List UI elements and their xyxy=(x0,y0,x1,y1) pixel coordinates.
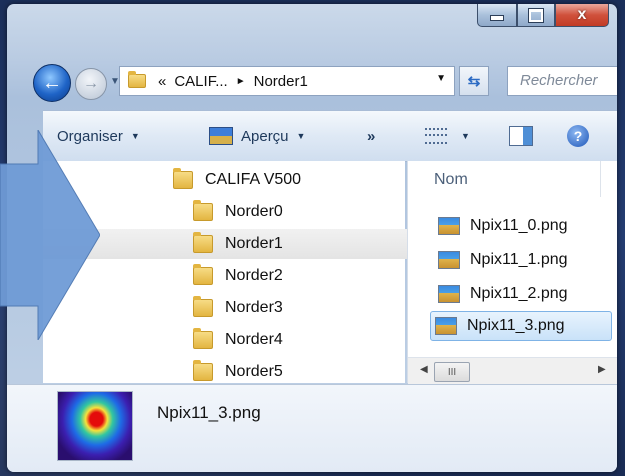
folder-icon xyxy=(193,200,213,221)
tree-item-norder3[interactable]: Norder3 xyxy=(193,293,393,323)
preview-icon xyxy=(209,127,233,145)
close-button[interactable]: x xyxy=(555,4,609,27)
file-name: Npix11_0.png xyxy=(470,217,568,234)
address-row: ← → ▼ « CALIF... ► Norder1 ▼ ⇆ Recherche… xyxy=(7,60,617,102)
tree-item-norder4[interactable]: Norder4 xyxy=(193,325,393,355)
caption-buttons: x xyxy=(477,4,609,38)
minimize-icon xyxy=(490,15,504,21)
preview-button[interactable]: Aperçu ▼ xyxy=(209,111,305,161)
breadcrumb-norder1[interactable]: Norder1 xyxy=(254,73,308,90)
refresh-icon: ⇆ xyxy=(467,73,481,90)
search-input[interactable]: Rechercher xyxy=(507,66,617,96)
preview-label: Aperçu xyxy=(241,127,289,145)
views-icon xyxy=(425,128,447,144)
command-toolbar: Organiser ▼ Aperçu ▼ » ▼ ? xyxy=(43,110,617,162)
tree-item-label: Norder3 xyxy=(225,299,283,316)
folder-icon xyxy=(193,264,213,285)
file-list-pane: Nom Npix11_0.png Npix11_1.png Npix11_2.p… xyxy=(407,161,617,384)
png-file-icon xyxy=(435,317,457,335)
details-pane: Npix11_3.png xyxy=(7,384,617,472)
back-button[interactable]: ← xyxy=(33,64,71,102)
chevron-down-icon: ▼ xyxy=(296,131,306,141)
tree-item-norder0[interactable]: Norder0 xyxy=(193,197,393,227)
close-icon: x xyxy=(577,6,587,23)
list-item[interactable]: Npix11_0.png xyxy=(434,211,574,241)
minimize-button[interactable] xyxy=(477,4,517,27)
refresh-button[interactable]: ⇆ xyxy=(459,66,489,96)
back-arrow-icon: ← xyxy=(42,71,62,94)
file-name: Npix11_1.png xyxy=(470,251,568,268)
list-item-selected[interactable]: Npix11_3.png xyxy=(430,311,612,341)
maximize-icon xyxy=(528,7,544,23)
address-dropdown-icon[interactable]: ▼ xyxy=(436,73,446,84)
address-bar[interactable]: « CALIF... ► Norder1 ▼ xyxy=(119,66,455,96)
tree-item-label: Norder0 xyxy=(225,203,283,220)
help-icon: ? xyxy=(567,125,589,147)
folder-icon xyxy=(173,168,193,189)
tree-item-label: Norder1 xyxy=(225,235,283,252)
list-item[interactable]: Npix11_1.png xyxy=(434,245,574,275)
folder-icon xyxy=(193,328,213,349)
address-overflow-chevron[interactable]: « xyxy=(158,73,166,90)
tree-item-norder2[interactable]: Norder2 xyxy=(193,261,393,291)
file-thumbnail xyxy=(57,391,133,461)
forward-button[interactable]: → xyxy=(75,68,107,100)
tree-item-label: Norder4 xyxy=(225,331,283,348)
file-list-scrollbar[interactable]: ◀ III ▶ xyxy=(408,357,617,384)
chevron-down-icon: ▼ xyxy=(461,131,470,141)
png-file-icon xyxy=(438,251,460,269)
more-commands-button[interactable]: » xyxy=(367,111,375,161)
list-item[interactable]: Npix11_2.png xyxy=(434,279,574,309)
details-file-name: Npix11_3.png xyxy=(157,403,261,422)
scrollbar-thumb[interactable]: III xyxy=(434,362,470,382)
pointer-arrow-shape xyxy=(0,130,100,340)
breadcrumb-califa[interactable]: CALIF... xyxy=(174,73,227,90)
folder-icon xyxy=(193,296,213,317)
folder-icon xyxy=(193,232,213,253)
column-header-name[interactable]: Nom xyxy=(434,171,468,189)
scroll-left-icon[interactable]: ◀ xyxy=(420,364,428,375)
chevron-down-icon: ▼ xyxy=(130,131,140,141)
column-separator[interactable] xyxy=(600,161,601,197)
maximize-button[interactable] xyxy=(517,4,555,27)
tree-item-califa[interactable]: CALIFA V500 xyxy=(173,165,373,195)
change-view-button[interactable]: ▼ xyxy=(425,111,470,161)
file-name: Npix11_2.png xyxy=(470,285,568,302)
help-button[interactable]: ? xyxy=(567,111,589,161)
preview-pane-icon xyxy=(509,126,533,146)
png-file-icon xyxy=(438,285,460,303)
file-name: Npix11_3.png xyxy=(467,317,565,334)
forward-arrow-icon: → xyxy=(83,75,99,92)
tree-item-label: Norder2 xyxy=(225,267,283,284)
scroll-right-icon[interactable]: ▶ xyxy=(598,364,606,375)
tree-item-norder5[interactable]: Norder5 xyxy=(193,359,393,383)
png-file-icon xyxy=(438,217,460,235)
folder-icon xyxy=(128,71,146,88)
preview-pane-button[interactable] xyxy=(509,111,533,161)
tree-item-label: Norder5 xyxy=(225,363,283,380)
folder-icon xyxy=(193,360,213,381)
tree-item-label: CALIFA V500 xyxy=(205,171,302,188)
breadcrumb-separator-icon[interactable]: ► xyxy=(236,76,246,87)
